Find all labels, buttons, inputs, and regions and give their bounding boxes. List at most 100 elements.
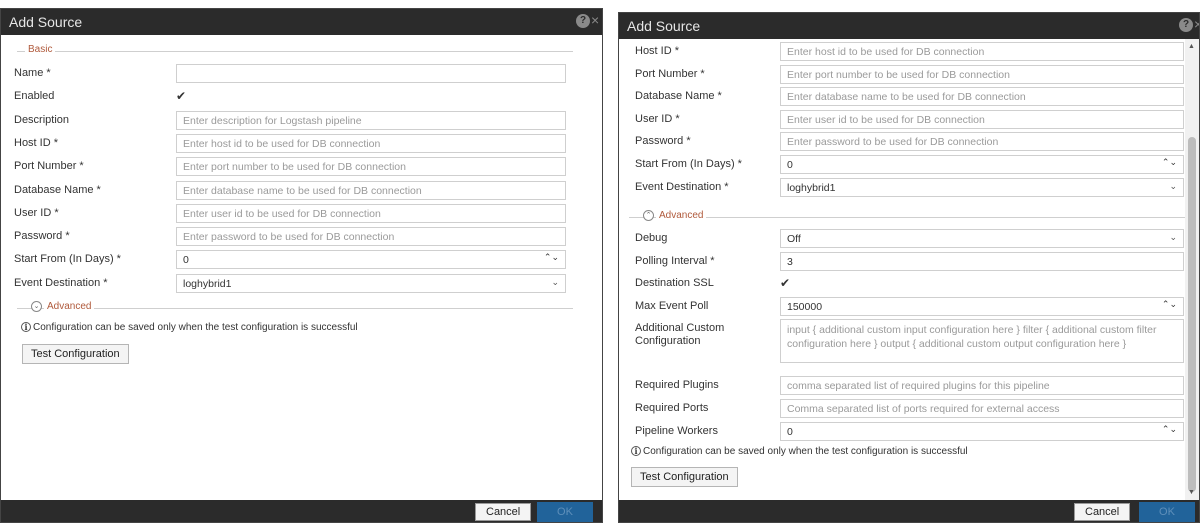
form-row-required-plugins: Required Plugins comma separated list of … — [635, 376, 1184, 397]
name-input[interactable] — [176, 64, 566, 83]
basic-section-header: Basic — [17, 44, 573, 58]
info-text: Configuration can be saved only when the… — [643, 446, 968, 457]
expand-advanced-icon[interactable]: ⌄ — [31, 301, 42, 312]
field-label: User ID * — [635, 112, 680, 125]
host-id-input[interactable]: Enter host id to be used for DB connecti… — [176, 133, 566, 153]
field-label: Additional Custom Configuration — [635, 322, 725, 348]
ok-button[interactable]: OK — [537, 502, 593, 522]
max-event-poll-stepper[interactable]: 150000 ⌃⌄ — [780, 296, 1184, 316]
field-label: Database Name * — [14, 183, 101, 196]
event-destination-select[interactable]: loghybrid1 ⌄ — [176, 273, 566, 293]
host-id-input[interactable]: Enter host id to be used for DB connecti… — [780, 42, 1184, 61]
scrollbar-thumb[interactable] — [1188, 137, 1196, 492]
start-from-in-days-stepper[interactable]: 0 ⌃⌄ — [176, 250, 566, 270]
scrollbar[interactable]: ▲ ▼ — [1185, 39, 1199, 500]
form-row-password: Password * Enter password to be used for … — [14, 227, 566, 248]
field-label: User ID * — [14, 206, 59, 219]
test-configuration-button[interactable]: Test Configuration — [631, 467, 738, 487]
help-icon[interactable]: ? — [1179, 18, 1193, 32]
field-label: Name * — [14, 67, 51, 79]
field-placeholder: Comma separated list of ports required f… — [787, 403, 1060, 415]
ok-button[interactable]: OK — [1139, 502, 1195, 522]
field-placeholder: Enter password to be used for DB connect… — [787, 136, 999, 149]
form-row-user-id: User ID * Enter user id to be used for DB… — [14, 203, 566, 225]
form-row-start-from-in-days: Start From (In Days) * 0 ⌃⌄ — [635, 155, 1184, 176]
form-row-password: Password * Enter password to be used for … — [635, 132, 1184, 153]
form-row-event-destination: Event Destination * loghybrid1 ⌄ — [14, 273, 566, 295]
user-id-input[interactable]: Enter user id to be used for DB connecti… — [176, 203, 566, 223]
scroll-up-icon[interactable]: ▲ — [1188, 43, 1195, 50]
dialog-footer: Cancel OK — [1, 500, 602, 522]
form-row-host-id: Host ID * Enter host id to be used for DB… — [635, 42, 1184, 63]
port-number-input[interactable]: Enter port number to be used for DB conn… — [780, 64, 1184, 84]
advanced-section-header[interactable]: ⌃ Advanced — [629, 210, 1187, 224]
enabled-checkbox[interactable]: ✔ — [176, 89, 186, 103]
field-label: Event Destination * — [635, 180, 729, 193]
description-input[interactable]: Enter description for Logstash pipeline — [176, 110, 566, 130]
pipeline-workers-stepper[interactable]: 0 ⌃⌄ — [780, 421, 1184, 441]
field-label: Max Event Poll — [635, 299, 709, 312]
advanced-section-label[interactable]: Advanced — [44, 301, 95, 312]
form-row-max-event-poll: Max Event Poll 150000 ⌃⌄ — [635, 296, 1184, 318]
field-placeholder: Enter user id to be used for DB connecti… — [183, 207, 381, 220]
info-message: i Configuration can be saved only when th… — [631, 446, 968, 457]
field-placeholder: Enter user id to be used for DB connecti… — [787, 113, 985, 126]
spinner-arrows-icon[interactable]: ⌃⌄ — [1162, 299, 1177, 308]
required-ports-input[interactable]: Comma separated list of ports required f… — [780, 399, 1184, 418]
field-label: Debug — [635, 232, 668, 244]
port-number-input[interactable]: Enter port number to be used for DB conn… — [176, 157, 566, 177]
collapse-advanced-icon[interactable]: ⌃ — [643, 210, 654, 221]
password-input[interactable]: Enter password to be used for DB connect… — [780, 132, 1184, 152]
user-id-input[interactable]: Enter user id to be used for DB connecti… — [780, 109, 1184, 129]
additional-custom-configuration-input[interactable]: input { additional custom input configur… — [780, 319, 1184, 364]
required-plugins-input[interactable]: comma separated list of required plugins… — [780, 376, 1184, 396]
scroll-down-icon[interactable]: ▼ — [1188, 489, 1195, 496]
field-value: Off — [787, 233, 801, 245]
start-from-in-days-stepper[interactable]: 0 ⌃⌄ — [780, 155, 1184, 174]
field-placeholder: Enter password to be used for DB connect… — [183, 231, 395, 244]
debug-select[interactable]: Off ⌄ — [780, 229, 1184, 248]
close-icon[interactable]: × — [1194, 16, 1199, 32]
database-name-input[interactable]: Enter database name to be used for DB co… — [176, 180, 566, 200]
close-icon[interactable]: × — [591, 12, 599, 28]
chevron-down-icon[interactable]: ⌄ — [1169, 181, 1177, 192]
field-value: loghybrid1 — [787, 181, 836, 194]
field-placeholder: Enter database name to be used for DB co… — [787, 91, 1026, 104]
spinner-arrows-icon[interactable]: ⌃⌄ — [1162, 158, 1177, 167]
field-label: Required Plugins — [635, 379, 719, 392]
field-placeholder: comma separated list of required plugins… — [787, 380, 1050, 393]
form-row-description: Description Enter description for Logstas… — [14, 110, 566, 132]
polling-interval-input[interactable]: 3 — [780, 251, 1184, 271]
form-row-event-destination: Event Destination * loghybrid1 ⌄ — [635, 177, 1184, 199]
dialog-title: Add Source — [627, 18, 701, 34]
info-message: i Configuration can be saved only when th… — [21, 322, 358, 333]
chevron-down-icon[interactable]: ⌄ — [1169, 232, 1177, 243]
database-name-input[interactable]: Enter database name to be used for DB co… — [780, 87, 1184, 107]
cancel-button[interactable]: Cancel — [475, 503, 532, 521]
dialog-titlebar: Add Source ? × — [1, 9, 602, 35]
password-input[interactable]: Enter password to be used for DB connect… — [176, 227, 566, 247]
form-row-required-ports: Required Ports Comma separated list of po… — [635, 399, 1184, 420]
advanced-section-label[interactable]: Advanced — [656, 210, 707, 221]
cancel-button[interactable]: Cancel — [1074, 503, 1131, 521]
advanced-section-header[interactable]: ⌄ Advanced — [17, 301, 573, 315]
help-icon[interactable]: ? — [576, 14, 590, 28]
field-placeholder: Enter host id to be used for DB connecti… — [183, 137, 381, 150]
add-source-dialog-left: Add Source ? × Basic Name * Enabled ✔ Descr… — [0, 8, 603, 523]
field-label: Description — [14, 113, 70, 126]
form-row-debug: Debug Off ⌄ — [635, 229, 1184, 250]
section-divider — [17, 308, 573, 309]
event-destination-select[interactable]: loghybrid1 ⌄ — [780, 177, 1184, 197]
spinner-arrows-icon[interactable]: ⌃⌄ — [1162, 424, 1177, 433]
info-icon: i — [631, 446, 641, 456]
field-label: Host ID * — [14, 136, 59, 149]
field-label: Password * — [635, 135, 691, 148]
form-row-name: Name * — [14, 64, 566, 85]
field-label: Event Destination * — [14, 276, 108, 289]
spinner-arrows-icon[interactable]: ⌃⌄ — [544, 253, 559, 262]
field-label: Database Name * — [635, 90, 722, 103]
test-configuration-button[interactable]: Test Configuration — [22, 344, 129, 364]
destination-ssl-checkbox[interactable]: ✔ — [780, 276, 790, 290]
field-placeholder: input { additional custom input configur… — [787, 324, 1157, 351]
chevron-down-icon[interactable]: ⌄ — [551, 277, 559, 288]
